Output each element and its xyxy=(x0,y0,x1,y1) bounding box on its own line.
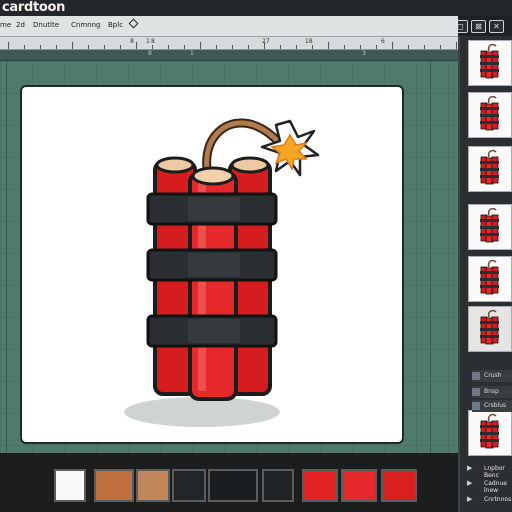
maximize-icon[interactable]: ⊠ xyxy=(471,20,486,33)
ruler-label: 1 xyxy=(146,38,150,45)
frame-thumbnail-4[interactable] xyxy=(468,256,512,302)
close-icon[interactable]: ✕ xyxy=(489,20,504,33)
swatch-charcoal[interactable] xyxy=(172,469,206,502)
swatch-dark[interactable] xyxy=(262,469,294,502)
ruler-tick xyxy=(56,45,57,49)
expand-arrow-icon[interactable]: ▶ xyxy=(467,495,472,503)
ruler-tick xyxy=(216,45,217,49)
timeline-strip[interactable]: 8 1 3 xyxy=(0,50,458,61)
ruler-tick xyxy=(232,45,233,49)
dynamite-thumbnail-icon xyxy=(480,259,499,295)
menu-item-4[interactable]: Bplc xyxy=(108,20,123,30)
swatch-red-2[interactable] xyxy=(341,469,377,502)
layer-swatch-icon xyxy=(472,402,480,410)
dynamite-illustration[interactable] xyxy=(22,87,402,442)
ruler-label: 6 xyxy=(381,38,385,45)
strip-label: 3 xyxy=(362,50,366,57)
ruler-tick xyxy=(72,42,73,49)
panel-row-1[interactable]: Bnsp Bsltu xyxy=(472,386,512,407)
swatch-red[interactable] xyxy=(302,469,338,502)
palette-bar xyxy=(0,453,458,512)
ruler-tick xyxy=(40,45,41,49)
ruler-tick xyxy=(24,45,25,49)
ruler-tick xyxy=(200,42,201,49)
tape-band-middle xyxy=(146,248,278,282)
ruler-tick xyxy=(88,45,89,49)
frame-thumbnail-6[interactable] xyxy=(468,410,512,456)
ruler-tick xyxy=(376,45,377,49)
shadow-shape xyxy=(124,397,280,427)
menu-item-2[interactable]: Dnutlte xyxy=(33,20,59,30)
ruler-label: 8 xyxy=(130,38,134,45)
layer-label-0[interactable]: Lnpbor Benc xyxy=(484,465,512,479)
ruler-tick xyxy=(136,42,137,49)
swatch-tan[interactable] xyxy=(136,469,170,502)
ruler-tick xyxy=(120,45,121,49)
ruler-tick xyxy=(408,45,409,49)
layer-label-1[interactable]: Cadnue lnew xyxy=(484,480,512,494)
panel-row-label: Crush xyxy=(484,372,502,379)
app-title: cardtoon xyxy=(2,0,66,15)
frame-thumbnail-1[interactable] xyxy=(468,92,512,138)
frame-thumbnail-0[interactable] xyxy=(468,40,512,86)
ruler-tick xyxy=(8,42,9,49)
swatch-white[interactable] xyxy=(54,469,86,502)
ruler-tick xyxy=(456,42,457,49)
swatch-brown[interactable] xyxy=(94,469,134,502)
swatch-red-3[interactable] xyxy=(381,469,417,502)
frame-thumbnail-5[interactable] xyxy=(468,306,512,352)
dynamite-thumbnail-icon xyxy=(480,43,499,79)
layer-swatch-icon xyxy=(472,372,480,380)
expand-arrow-icon[interactable]: ▶ xyxy=(467,479,472,487)
ruler-tick xyxy=(360,45,361,49)
frame-thumbnail-2[interactable] xyxy=(468,146,512,192)
guide-line xyxy=(430,61,431,453)
menu-item-0[interactable]: me xyxy=(0,20,11,30)
canvas-area[interactable] xyxy=(0,61,458,453)
dynamite-thumbnail-icon xyxy=(480,95,499,131)
ruler-tick xyxy=(248,45,249,49)
panel-row-label: Crsblus xyxy=(484,402,507,409)
ruler-tick xyxy=(280,45,281,49)
dynamite-thumbnail-icon xyxy=(480,149,499,185)
panel-row-0[interactable]: Crush xyxy=(472,370,512,382)
ruler-label: 27 xyxy=(262,38,270,45)
ruler-tick xyxy=(312,45,313,49)
menu-bar: me 2d Dnutlte Cnmnng Bplc xyxy=(0,16,458,37)
horizontal-ruler[interactable]: 8 1 8 27 18 6 xyxy=(0,37,458,50)
title-bar: cardtoon xyxy=(0,0,512,16)
dynamite-thumbnail-icon xyxy=(480,309,499,345)
ruler-tick xyxy=(328,42,329,49)
guide-line xyxy=(6,61,7,453)
menu-item-3[interactable]: Cnmnng xyxy=(71,20,100,30)
tape-band-bottom xyxy=(146,314,278,348)
artboard[interactable] xyxy=(20,85,404,444)
swatch-black[interactable] xyxy=(208,469,258,502)
ruler-tick xyxy=(344,45,345,49)
ruler-tick xyxy=(424,45,425,49)
ruler-tick xyxy=(152,45,153,49)
dynamite-thumbnail-icon xyxy=(480,413,499,449)
ruler-tick xyxy=(392,42,393,49)
tape-band-top xyxy=(146,192,278,226)
ruler-tick xyxy=(184,45,185,49)
ruler-tick xyxy=(440,45,441,49)
ruler-label: 18 xyxy=(305,38,313,45)
ruler-tick xyxy=(296,45,297,49)
ruler-tick xyxy=(104,45,105,49)
strip-label: 8 xyxy=(148,50,152,57)
panel-row-2[interactable]: Crsblus xyxy=(472,400,512,412)
dynamite-thumbnail-icon xyxy=(480,207,499,243)
expand-arrow-icon[interactable]: ▶ xyxy=(467,464,472,472)
diamond-icon[interactable] xyxy=(128,18,139,29)
layer-label-2[interactable]: Cnrtnnos xyxy=(484,496,511,503)
menu-item-1[interactable]: 2d xyxy=(16,20,25,30)
window-controls: ◻ ⊠ ✕ xyxy=(453,20,504,33)
ruler-label: 8 xyxy=(151,38,155,45)
ruler-tick xyxy=(168,45,169,49)
frame-thumbnail-3[interactable] xyxy=(468,204,512,250)
strip-label: 1 xyxy=(190,50,194,57)
layer-swatch-icon xyxy=(472,388,480,396)
